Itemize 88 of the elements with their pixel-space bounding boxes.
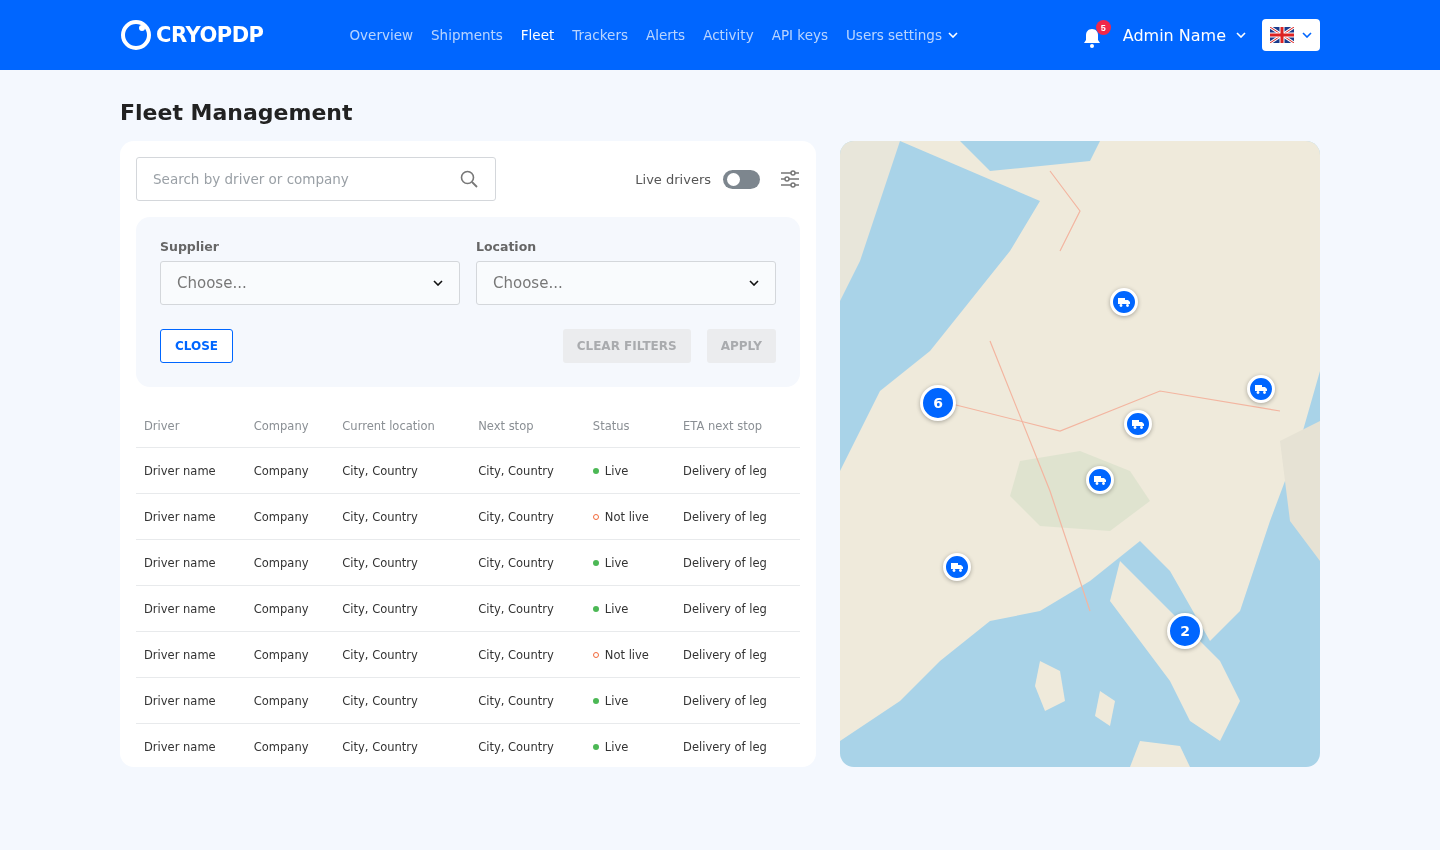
driver-cell: Driver name	[136, 723, 246, 767]
company-cell: Company	[245, 631, 335, 678]
driver-cell: Driver name	[136, 631, 246, 678]
location-cell: City, Country	[334, 677, 471, 724]
company-cell: Company	[245, 447, 335, 494]
nav-link[interactable]: Shipments	[431, 27, 503, 43]
close-button[interactable]: CLOSE	[160, 329, 234, 363]
status-text: Live	[604, 556, 629, 570]
notifications-button[interactable]: 5	[1082, 20, 1111, 50]
company-cell: Company	[245, 677, 335, 724]
nav-link[interactable]: Overview	[349, 27, 414, 43]
company-cell: Company	[245, 493, 335, 540]
select-field[interactable]: Choose...	[160, 261, 460, 305]
nav-link[interactable]: Fleet	[520, 27, 555, 43]
live-drivers-label: Live drivers	[635, 171, 711, 187]
column-header: Next stop	[470, 405, 585, 448]
location-cell: City, Country	[334, 493, 471, 540]
truck-icon	[1132, 419, 1144, 429]
location-cell: City, Country	[334, 539, 471, 586]
search-field[interactable]: Search by driver or company	[136, 157, 496, 201]
field-label: Supplier	[160, 239, 220, 254]
next-stop-cell: City, Country	[470, 723, 585, 767]
chevron-down-icon	[1236, 32, 1246, 38]
next-stop-cell: City, Country	[470, 585, 585, 632]
column-header: ETA next stop	[675, 405, 800, 448]
notification-count: 5	[1095, 20, 1111, 35]
sliders-icon	[780, 169, 800, 189]
location-cell: City, Country	[334, 631, 471, 678]
eta-cell: Delivery of leg	[675, 723, 800, 767]
nav-link[interactable]: Alerts	[646, 27, 686, 43]
location-cell: City, Country	[334, 723, 471, 767]
driver-cell: Driver name	[136, 585, 246, 632]
company-cell: Company	[245, 585, 335, 632]
nav-link[interactable]: API keys	[771, 27, 828, 43]
status-text: Live	[604, 464, 629, 478]
select-field[interactable]: Choose...	[476, 261, 776, 305]
truck-icon	[1094, 475, 1106, 485]
eta-cell: Delivery of leg	[675, 447, 800, 494]
driver-cell: Driver name	[136, 677, 246, 724]
live-drivers-toggle[interactable]	[723, 169, 760, 189]
next-stop-cell: City, Country	[470, 493, 585, 540]
column-header: Status	[584, 405, 676, 448]
next-stop-cell: City, Country	[470, 677, 585, 724]
logo-icon	[120, 19, 152, 51]
status-text: Live	[604, 602, 629, 616]
column-header: Driver	[136, 405, 246, 448]
next-stop-cell: City, Country	[470, 631, 585, 678]
language-button[interactable]	[1262, 19, 1320, 51]
next-stop-cell: City, Country	[470, 539, 585, 586]
column-header: Current location	[334, 405, 471, 448]
chevron-down-icon	[947, 32, 958, 38]
nav-link[interactable]: Activity	[703, 27, 754, 43]
settings-button[interactable]	[780, 169, 800, 189]
truck-icon	[1118, 297, 1130, 307]
eta-cell: Delivery of leg	[675, 631, 800, 678]
column-header: Company	[245, 405, 335, 448]
driver-cell: Driver name	[136, 539, 246, 586]
eta-cell: Delivery of leg	[675, 677, 800, 724]
status-text: Not live	[604, 648, 649, 662]
driver-cell: Driver name	[136, 493, 246, 540]
eta-cell: Delivery of leg	[675, 585, 800, 632]
eta-cell: Delivery of leg	[675, 539, 800, 586]
field-label: Location	[476, 239, 538, 254]
location-cell: City, Country	[334, 447, 471, 494]
next-stop-cell: City, Country	[470, 447, 585, 494]
nav-link[interactable]: Trackers	[572, 27, 628, 43]
chevron-down-icon	[749, 280, 759, 286]
map[interactable]: 6 2	[840, 141, 1320, 767]
status-text: Live	[604, 740, 629, 754]
logo[interactable]: CRYOPDP	[120, 19, 264, 51]
status-text: Not live	[604, 510, 649, 524]
eta-cell: Delivery of leg	[675, 493, 800, 540]
logo-text: CRYOPDP	[156, 23, 264, 47]
driver-cell: Driver name	[136, 447, 246, 494]
status-text: Live	[604, 694, 629, 708]
nav-link[interactable]: Users settings	[846, 27, 958, 43]
user-menu[interactable]: Admin Name	[1122, 25, 1246, 45]
truck-icon	[951, 562, 963, 572]
chevron-down-icon	[1302, 32, 1312, 38]
chevron-down-icon	[433, 280, 443, 286]
company-cell: Company	[245, 539, 335, 586]
location-cell: City, Country	[334, 585, 471, 632]
company-cell: Company	[245, 723, 335, 767]
flag-icon	[1270, 27, 1294, 43]
page-title: Fleet Management	[120, 100, 354, 125]
search-icon	[460, 170, 478, 188]
bell-icon	[1082, 28, 1101, 48]
truck-icon	[1255, 384, 1267, 394]
